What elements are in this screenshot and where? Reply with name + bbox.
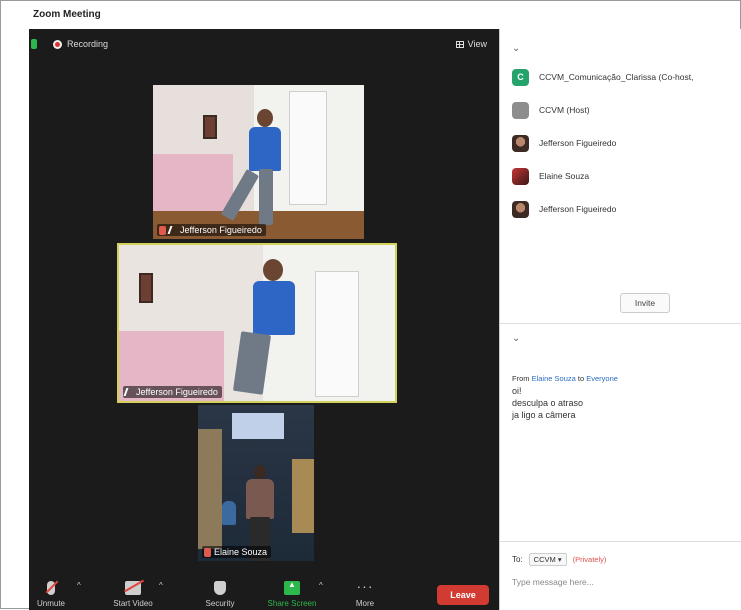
participant-row[interactable]: C CCVM_Comunicação_Clarissa (Co-host, [512, 67, 737, 87]
video-options-caret-icon[interactable]: ^ [159, 581, 163, 590]
window-title: Zoom Meeting [1, 1, 740, 25]
muted-mic-icon [47, 581, 55, 595]
avatar [512, 101, 529, 119]
more-dots-icon: ··· [356, 578, 374, 594]
chat-messages: From Elaine Souza to Everyone oi! descul… [512, 373, 618, 421]
view-button[interactable]: View [455, 39, 487, 49]
leave-button[interactable]: Leave [437, 585, 489, 605]
avatar [512, 200, 529, 218]
side-panel: ⌄ C CCVM_Comunicação_Clarissa (Co-host, … [499, 29, 741, 610]
avatar [512, 167, 529, 185]
start-video-label: Start Video [113, 599, 153, 608]
record-icon [53, 39, 62, 49]
meeting-toolbar: Unmute ^ Start Video ^ Security Share Sc… [29, 575, 499, 610]
participant-name: CCVM (Host) [539, 105, 590, 115]
chat-message: desculpa o atraso [512, 398, 584, 408]
video-off-icon [125, 581, 141, 595]
unmute-button[interactable]: Unmute [21, 575, 81, 608]
divider [500, 541, 741, 542]
unmute-label: Unmute [36, 599, 65, 608]
share-options-caret-icon[interactable]: ^ [319, 581, 323, 590]
meeting-topbar: Recording View [29, 29, 499, 61]
zoom-window: Zoom Meeting Recording View Jefferson Fi… [0, 0, 741, 610]
to-label: To: [512, 555, 523, 564]
muted-mic-icon [204, 547, 211, 557]
spotlight-icon [167, 226, 179, 234]
chat-message: oi! [512, 386, 522, 396]
chevron-down-icon[interactable]: ⌄ [512, 333, 520, 344]
spotlight-icon [123, 388, 135, 396]
recording-indicator[interactable]: Recording [53, 39, 108, 49]
chat-message-input[interactable] [512, 575, 732, 589]
audio-options-caret-icon[interactable]: ^ [77, 581, 81, 590]
share-screen-icon [284, 580, 300, 595]
invite-button[interactable]: Invite [620, 293, 670, 313]
chat-sender[interactable]: Elaine Souza [532, 374, 576, 383]
more-button[interactable]: ··· More [335, 575, 395, 608]
participant-name: Jefferson Figueiredo [539, 138, 617, 148]
chevron-down-icon[interactable]: ⌄ [512, 43, 520, 54]
participant-name: Elaine Souza [539, 171, 590, 181]
video-tile[interactable]: Jefferson Figueiredo [153, 85, 364, 239]
participant-name-label: Jefferson Figueiredo [157, 224, 266, 236]
privately-label: (Privately) [572, 555, 607, 564]
start-video-button[interactable]: Start Video [103, 575, 163, 608]
active-speaker-tile[interactable]: Jefferson Figueiredo [117, 243, 397, 403]
security-button[interactable]: Security [190, 575, 250, 608]
view-label: View [467, 39, 487, 49]
participant-name: Jefferson Figueiredo [180, 225, 262, 235]
video-tile[interactable]: Elaine Souza [198, 405, 314, 561]
participant-name: Jefferson Figueiredo [539, 204, 617, 214]
chat-recipient-row: To: CCVM ▾ (Privately) [512, 553, 606, 566]
participant-row[interactable]: Jefferson Figueiredo [512, 133, 737, 153]
participant-row[interactable]: CCVM (Host) [512, 100, 737, 120]
chat-recipient: Everyone [586, 374, 618, 383]
chat-message: ja ligo a câmera [512, 410, 576, 420]
chat-sender-line: From Elaine Souza to Everyone [512, 374, 618, 383]
share-screen-label: Share Screen [267, 599, 317, 608]
avatar: C [512, 68, 529, 86]
encryption-shield-icon[interactable] [31, 39, 37, 49]
recording-label: Recording [67, 39, 109, 49]
shield-icon [214, 581, 226, 595]
participant-name: Elaine Souza [214, 547, 268, 557]
participant-row[interactable]: Elaine Souza [512, 166, 737, 186]
participant-row[interactable]: Jefferson Figueiredo [512, 199, 737, 219]
participants-list: C CCVM_Comunicação_Clarissa (Co-host, CC… [512, 67, 737, 232]
meeting-area: Recording View Jefferson Figueiredo Jeff… [29, 29, 499, 610]
participant-name-label: Jefferson Figueiredo [123, 386, 222, 398]
recipient-dropdown[interactable]: CCVM ▾ [528, 553, 567, 566]
muted-mic-icon [159, 225, 166, 235]
grid-icon [455, 40, 464, 48]
participant-name: CCVM_Comunicação_Clarissa (Co-host, [539, 72, 694, 82]
avatar [512, 134, 529, 152]
security-label: Security [205, 599, 235, 608]
more-label: More [355, 599, 375, 608]
participant-name-label: Elaine Souza [202, 546, 272, 558]
divider [500, 323, 741, 324]
share-screen-button[interactable]: Share Screen [262, 575, 322, 608]
participant-name: Jefferson Figueiredo [136, 387, 218, 397]
